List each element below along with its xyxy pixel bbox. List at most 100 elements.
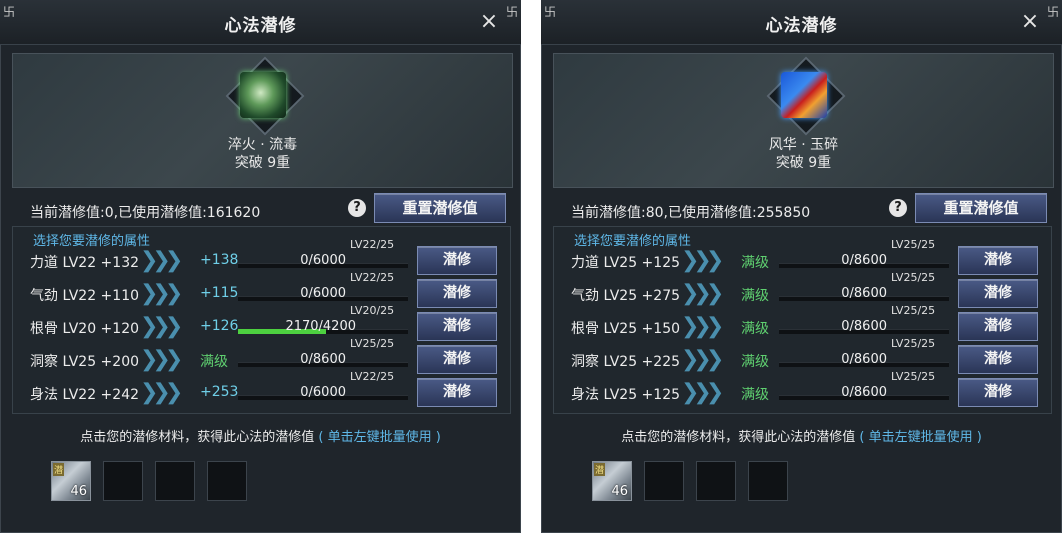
progress-text: 0/8600: [841, 253, 887, 268]
chevron-right-icon: ❯❯❯: [140, 380, 183, 405]
material-slot-empty[interactable]: [644, 461, 684, 501]
attribute-row-constitution: 根骨 LV25 +150 ❯❯❯ 满级 0/8600 LV25/25 潜修: [541, 304, 1062, 342]
attribute-row-agility: 身法 LV25 +125 ❯❯❯ 满级 0/8600 LV25/25 潜修: [541, 370, 1062, 408]
level-indicator: LV25/25: [350, 337, 395, 350]
material-count: 46: [611, 484, 628, 499]
progress-text: 0/8600: [841, 385, 887, 400]
close-icon[interactable]: ×: [479, 11, 499, 33]
progress-text: 0/8600: [841, 286, 887, 301]
level-indicator: LV22/25: [350, 271, 395, 284]
chevron-right-icon: ❯❯❯: [140, 347, 183, 372]
attribute-label: 根骨 LV25 +150: [571, 321, 681, 337]
cultivate-button[interactable]: 潜修: [958, 345, 1038, 374]
attribute-row-insight: 洞察 LV25 +225 ❯❯❯ 满级 0/8600 LV25/25 潜修: [541, 337, 1062, 375]
level-indicator: LV22/25: [350, 238, 395, 251]
attribute-row-qi: 气劲 LV22 +110 ❯❯❯ +115 0/6000 LV22/25 潜修: [0, 271, 521, 309]
batch-use-link[interactable]: ( 单击左键批量使用 ): [859, 430, 981, 445]
attribute-row-strength: 力道 LV22 +132 ❯❯❯ +138 0/6000 LV22/25 潜修: [0, 238, 521, 276]
material-slot-empty[interactable]: [748, 461, 788, 501]
skill-display: 风华 · 玉碎 突破 9重: [553, 53, 1054, 188]
level-indicator: LV25/25: [891, 370, 936, 383]
close-icon[interactable]: ×: [1020, 11, 1040, 33]
attribute-row-agility: 身法 LV22 +242 ❯❯❯ +253 0/6000 LV22/25 潜修: [0, 370, 521, 408]
help-icon[interactable]: ?: [348, 199, 366, 217]
progress-text: 0/6000: [300, 385, 346, 400]
material-slot-empty[interactable]: [696, 461, 736, 501]
hint-text: 点击您的潜修材料，获得此心法的潜修值: [621, 430, 856, 445]
level-indicator: LV25/25: [891, 271, 936, 284]
cultivate-button[interactable]: 潜修: [417, 378, 497, 407]
poison-book-icon[interactable]: [239, 72, 286, 118]
attribute-label: 气劲 LV22 +110: [30, 288, 140, 304]
cultivation-panel-left: 卐 卐 心法潜修 × 淬火 · 流毒 突破 9重 当前潜修值:0,已使用潜修值:…: [0, 0, 521, 533]
batch-use-link[interactable]: ( 单击左键批量使用 ): [318, 430, 440, 445]
level-indicator: LV20/25: [350, 304, 395, 317]
cultivate-button[interactable]: 潜修: [417, 312, 497, 341]
material-slot-empty[interactable]: [103, 461, 143, 501]
attribute-row-constitution: 根骨 LV20 +120 ❯❯❯ +126 2170/4200 LV20/25 …: [0, 304, 521, 342]
cultivate-button[interactable]: 潜修: [958, 378, 1038, 407]
attribute-label: 身法 LV25 +125: [571, 387, 681, 403]
material-slot-empty[interactable]: [155, 461, 195, 501]
material-slot-scroll[interactable]: 潜 46: [592, 461, 632, 501]
progress-text: 0/8600: [841, 352, 887, 367]
material-count: 46: [70, 484, 87, 499]
cultivate-button[interactable]: 潜修: [958, 279, 1038, 308]
attribute-row-insight: 洞察 LV25 +200 ❯❯❯ 满级 0/8600 LV25/25 潜修: [0, 337, 521, 375]
cultivate-button[interactable]: 潜修: [417, 279, 497, 308]
cultivation-summary: 当前潜修值:0,已使用潜修值:161620: [30, 205, 261, 221]
attribute-label: 根骨 LV20 +120: [30, 321, 140, 337]
attribute-bonus: 满级: [741, 321, 769, 337]
reset-cultivation-button[interactable]: 重置潜修值: [374, 193, 506, 223]
progress-text: 0/8600: [300, 352, 346, 367]
chevron-right-icon: ❯❯❯: [681, 248, 724, 273]
level-indicator: LV25/25: [891, 337, 936, 350]
chevron-right-icon: ❯❯❯: [140, 248, 183, 273]
skill-name: 淬火 · 流毒: [227, 137, 298, 153]
cultivate-button[interactable]: 潜修: [958, 312, 1038, 341]
chevron-right-icon: ❯❯❯: [140, 281, 183, 306]
attribute-bonus: 满级: [741, 387, 769, 403]
attribute-bonus: +253: [200, 384, 239, 400]
level-indicator: LV25/25: [891, 238, 936, 251]
attribute-label: 身法 LV22 +242: [30, 387, 140, 403]
attribute-bonus: 满级: [741, 255, 769, 271]
chevron-right-icon: ❯❯❯: [681, 314, 724, 339]
chevron-right-icon: ❯❯❯: [681, 380, 724, 405]
skill-breakthrough: 突破 9重: [234, 155, 291, 171]
title-bar[interactable]: 卐 卐 心法潜修 ×: [0, 0, 521, 45]
cultivate-button[interactable]: 潜修: [958, 246, 1038, 275]
cultivate-button[interactable]: 潜修: [417, 345, 497, 374]
attribute-row-qi: 气劲 LV25 +275 ❯❯❯ 满级 0/8600 LV25/25 潜修: [541, 271, 1062, 309]
skill-name: 风华 · 玉碎: [768, 137, 839, 153]
help-icon[interactable]: ?: [889, 199, 907, 217]
attribute-bonus: +126: [200, 318, 239, 334]
skill-breakthrough: 突破 9重: [775, 155, 832, 171]
attribute-bonus: 满级: [741, 354, 769, 370]
material-tag: 潜: [53, 463, 65, 476]
hint-text: 点击您的潜修材料，获得此心法的潜修值: [80, 430, 315, 445]
chevron-right-icon: ❯❯❯: [140, 314, 183, 339]
material-slot-empty[interactable]: [207, 461, 247, 501]
attribute-bonus: 满级: [741, 288, 769, 304]
reset-cultivation-button[interactable]: 重置潜修值: [915, 193, 1047, 223]
jade-book-icon[interactable]: [780, 72, 827, 118]
progress-text: 2170/4200: [285, 319, 356, 334]
progress-text: 0/6000: [300, 253, 346, 268]
attribute-label: 洞察 LV25 +225: [571, 354, 681, 370]
material-slot-scroll[interactable]: 潜 46: [51, 461, 91, 501]
progress-text: 0/6000: [300, 286, 346, 301]
material-tag: 潜: [594, 463, 606, 476]
attribute-label: 气劲 LV25 +275: [571, 288, 681, 304]
progress-text: 0/8600: [841, 319, 887, 334]
skill-display: 淬火 · 流毒 突破 9重: [12, 53, 513, 188]
cultivate-button[interactable]: 潜修: [417, 246, 497, 275]
title-bar[interactable]: 卐 卐 心法潜修 ×: [541, 0, 1062, 45]
cultivation-summary: 当前潜修值:80,已使用潜修值:255850: [571, 205, 811, 221]
attribute-label: 洞察 LV25 +200: [30, 354, 140, 370]
level-indicator: LV25/25: [891, 304, 936, 317]
chevron-right-icon: ❯❯❯: [681, 281, 724, 306]
attribute-bonus: +115: [200, 285, 239, 301]
material-hint: 点击您的潜修材料，获得此心法的潜修值 ( 单击左键批量使用 ): [0, 426, 521, 445]
attribute-label: 力道 LV22 +132: [30, 255, 140, 271]
